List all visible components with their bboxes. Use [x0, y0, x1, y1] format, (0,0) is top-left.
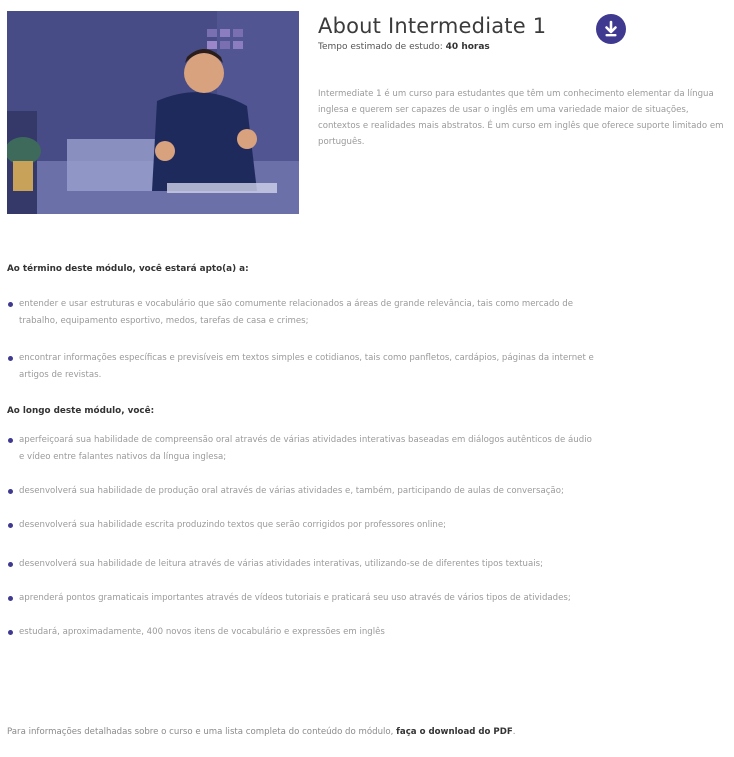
study-time-label: Tempo estimado de estudo: [318, 42, 446, 52]
list-item-text: entender e usar estruturas e vocabulário… [19, 299, 574, 326]
outcomes-heading: Ao término deste módulo, você estará apt… [7, 264, 249, 274]
list-item: desenvolverá sua habilidade de produção … [7, 483, 597, 500]
man-celebrating-illustration [7, 11, 299, 214]
course-description: Intermediate 1 é um curso para estudante… [318, 89, 724, 147]
bullet-icon [8, 630, 13, 635]
bullet-icon [8, 596, 13, 601]
footer-text: Para informações detalhadas sobre o curs… [7, 727, 397, 737]
bullet-icon [8, 562, 13, 567]
page-title: About Intermediate 1 [318, 14, 547, 38]
bullet-icon [8, 302, 13, 307]
list-item-text: aperfeiçoará sua habilidade de compreens… [19, 435, 592, 462]
course-hero-image [7, 11, 299, 214]
list-item-text: desenvolverá sua habilidade escrita prod… [19, 520, 447, 530]
list-item-text: aprenderá pontos gramaticais importantes… [19, 593, 571, 603]
bullet-icon [8, 489, 13, 494]
download-icon[interactable] [596, 14, 626, 44]
list-item-text: desenvolverá sua habilidade de produção … [19, 486, 564, 496]
activities-heading: Ao longo deste módulo, você: [7, 406, 155, 416]
list-item: entender e usar estruturas e vocabulário… [7, 296, 597, 330]
list-item: desenvolverá sua habilidade escrita prod… [7, 517, 597, 534]
bullet-icon [8, 523, 13, 528]
list-item-text: encontrar informações específicas e prev… [19, 353, 594, 380]
pdf-download-note: Para informações detalhadas sobre o curs… [7, 724, 567, 740]
pdf-download-link[interactable]: faça o download do PDF [396, 727, 513, 737]
outcomes-list: entender e usar estruturas e vocabulário… [7, 296, 597, 404]
study-time-value: 40 horas [445, 42, 490, 52]
list-item: aprenderá pontos gramaticais importantes… [7, 590, 597, 607]
list-item-text: estudará, aproximadamente, 400 novos ite… [19, 627, 385, 637]
bullet-icon [8, 438, 13, 443]
list-item: aperfeiçoará sua habilidade de compreens… [7, 432, 597, 466]
activities-list: aperfeiçoará sua habilidade de compreens… [7, 432, 597, 663]
list-item: desenvolverá sua habilidade de leitura a… [7, 556, 597, 573]
footer-end: . [512, 727, 516, 737]
study-time: Tempo estimado de estudo: 40 horas [318, 42, 490, 52]
list-item: encontrar informações específicas e prev… [7, 350, 597, 384]
title-row: About Intermediate 1 [318, 12, 546, 40]
list-item-text: desenvolverá sua habilidade de leitura a… [19, 559, 544, 569]
bullet-icon [8, 356, 13, 361]
list-item: estudará, aproximadamente, 400 novos ite… [7, 624, 597, 641]
